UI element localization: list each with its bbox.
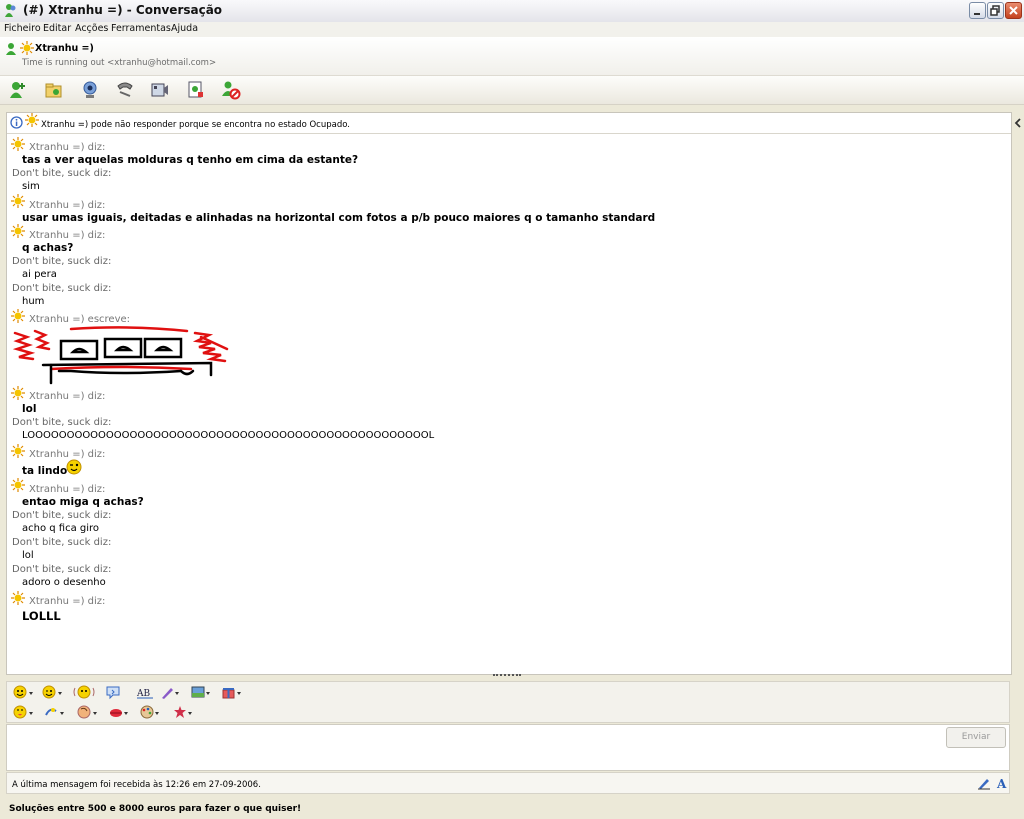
video-icon[interactable] [150, 80, 170, 100]
menu-editar[interactable]: Editar [43, 23, 71, 34]
wink-smiley-icon [66, 459, 82, 475]
font-icon[interactable]: AB [135, 685, 157, 700]
message-sender: Don't bite, suck diz: [12, 256, 112, 267]
window-title: (#) Xtranhu =) - Conversação [23, 3, 223, 17]
info-icon [10, 116, 23, 129]
message-sender: Xtranhu =) diz: [29, 391, 106, 402]
message-text: lol [22, 403, 37, 415]
message-text: sim [22, 181, 40, 192]
handwritten-drawing [12, 326, 229, 385]
conversation-toolbar [0, 76, 1024, 105]
menu-ficheiro[interactable]: Ficheiro [4, 23, 41, 34]
restore-button[interactable] [987, 2, 1004, 19]
status-bar: A última mensagem foi recebida às 12:26 … [6, 772, 1010, 794]
call-icon[interactable] [115, 80, 135, 100]
sun-emoticon-icon [11, 444, 25, 458]
wink-animation-icon[interactable] [172, 705, 194, 720]
message-sender: Xtranhu =) diz: [29, 142, 106, 153]
sun-emoticon-icon [11, 137, 25, 151]
message-sender: Don't bite, suck diz: [12, 417, 112, 428]
title-bar: (#) Xtranhu =) - Conversação [0, 0, 1024, 23]
contact-name: Xtranhu =) [35, 43, 94, 54]
contact-subtitle: Time is running out <xtranhu@hotmail.com… [22, 58, 217, 68]
sun-emoticon-icon [11, 386, 25, 400]
tongue-smiley-icon[interactable] [13, 705, 35, 720]
message-text: hum [22, 296, 45, 307]
webcam-icon[interactable] [80, 80, 100, 100]
sun-emoticon-icon [11, 309, 25, 323]
last-message-status: A última mensagem foi recebida às 12:26 … [12, 780, 261, 790]
sun-emoticon-icon [11, 224, 25, 238]
messenger-icon [5, 4, 16, 17]
message-text: adoro o desenho [22, 577, 106, 588]
text-mode-icon[interactable]: A [995, 776, 1009, 790]
message-text: q achas? [22, 242, 74, 254]
wink-menu-icon[interactable] [42, 685, 64, 700]
ad-banner-text[interactable]: Soluções entre 500 e 8000 euros para faz… [9, 804, 301, 814]
message-text: entao miga q achas? [22, 496, 144, 508]
sun-emoticon-icon [20, 41, 34, 55]
nudge-icon[interactable] [104, 685, 126, 700]
activities-icon[interactable] [186, 80, 206, 100]
menu-bar: Ficheiro Editar Acções Ferramentas Ajuda [0, 22, 1024, 37]
close-icon [1009, 6, 1018, 15]
voice-clip-icon[interactable] [77, 705, 99, 720]
menu-accoes[interactable]: Acções [75, 23, 108, 34]
message-sender: Xtranhu =) diz: [29, 200, 106, 211]
ink-pen-icon[interactable] [159, 685, 181, 700]
message-sender: Don't bite, suck diz: [12, 564, 112, 575]
sun-emoticon-icon [11, 478, 25, 492]
message-sender: Xtranhu =) diz: [29, 230, 106, 241]
chevron-left-icon[interactable] [1013, 114, 1023, 132]
pane-splitter[interactable] [493, 674, 521, 681]
message-sender: Don't bite, suck diz: [12, 283, 112, 294]
animated-emoticon-icon[interactable] [73, 685, 95, 700]
handwriting-mode-icon[interactable] [977, 776, 991, 790]
send-button[interactable]: Enviar [946, 727, 1006, 748]
message-text: LOLLL [22, 609, 61, 623]
busy-status-text: Xtranhu =) pode não responder porque se … [41, 120, 350, 130]
contact-status-icon [6, 43, 16, 55]
svg-text:A: A [996, 777, 1007, 790]
gift-icon[interactable] [221, 685, 243, 700]
message-sender: Xtranhu =) diz: [29, 596, 106, 607]
message-sender: Xtranhu =) escreve: [29, 314, 131, 325]
message-text: ta lindo [22, 465, 68, 477]
block-icon[interactable] [221, 80, 241, 100]
message-text: usar umas iguais, deitadas e alinhadas n… [22, 212, 656, 224]
emoticon-toolbar: AB [6, 681, 1010, 723]
message-sender: Don't bite, suck diz: [12, 537, 112, 548]
smiley-menu-icon[interactable] [13, 685, 35, 700]
kiss-icon[interactable] [108, 705, 130, 720]
wave-icon[interactable] [44, 705, 66, 720]
message-text: tas a ver aquelas molduras q tenho em ci… [22, 154, 359, 166]
minimize-button[interactable] [969, 2, 986, 19]
restore-icon [990, 5, 1000, 16]
message-text: LOOOOOOOOOOOOOOOOOOOOOOOOOOOOOOOOOOOOOOO… [22, 430, 435, 441]
message-input[interactable] [6, 724, 1010, 771]
message-text: ai pera [22, 269, 57, 280]
message-sender: Xtranhu =) diz: [29, 484, 106, 495]
conversation-history: Xtranhu =) pode não responder porque se … [6, 112, 1012, 675]
message-sender: Don't bite, suck diz: [12, 168, 112, 179]
info-bar: Xtranhu =) pode não responder porque se … [7, 113, 1011, 134]
contact-header: Xtranhu =) Time is running out <xtranhu@… [0, 37, 1024, 76]
menu-ajuda[interactable]: Ajuda [171, 23, 198, 34]
menu-ferramentas[interactable]: Ferramentas [111, 23, 171, 34]
invite-contact-icon[interactable] [8, 80, 28, 100]
send-files-icon[interactable] [44, 80, 64, 100]
minimize-icon [974, 13, 980, 15]
message-text: acho q fica giro [22, 523, 100, 534]
sun-emoticon-icon [25, 113, 39, 127]
background-icon[interactable] [190, 685, 212, 700]
sun-emoticon-icon [11, 194, 25, 208]
close-button[interactable] [1005, 2, 1022, 19]
message-sender: Don't bite, suck diz: [12, 510, 112, 521]
sun-emoticon-icon [11, 591, 25, 605]
message-text: lol [22, 550, 34, 561]
palette-icon[interactable] [139, 705, 161, 720]
